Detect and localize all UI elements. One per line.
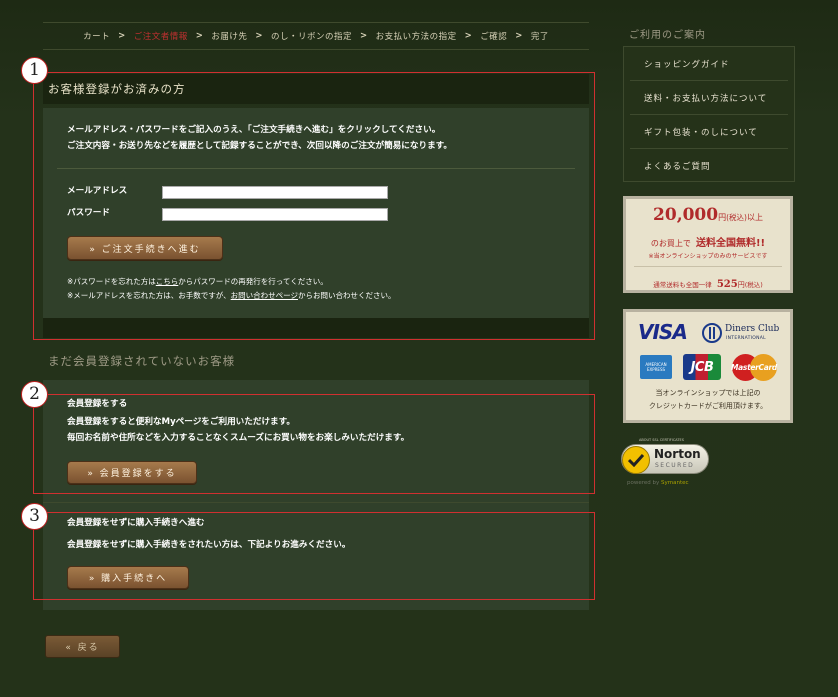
guest-divider bbox=[43, 502, 589, 503]
amex-logo: AMERICAN EXPRESS bbox=[640, 355, 672, 379]
diners-club-label: Diners Club bbox=[725, 324, 780, 334]
breadcrumb-separator: > bbox=[360, 31, 368, 41]
norton-brand: Norton bbox=[654, 447, 701, 461]
breadcrumb-separator: > bbox=[515, 31, 523, 41]
highlight-box-3 bbox=[33, 512, 595, 600]
sidebar-title: ご利用のご案内 bbox=[629, 30, 706, 41]
mastercard-label: MasterCard bbox=[731, 363, 777, 372]
sidebar-menu: ショッピングガイド 送料・お支払い方法について ギフト包装・のしについて よくあ… bbox=[623, 46, 795, 182]
credit-cards-panel: VISA Diners Club INTERNATIONAL AMERICAN … bbox=[623, 309, 793, 423]
shipping-divider bbox=[634, 266, 782, 267]
breadcrumb-separator: > bbox=[255, 31, 263, 41]
guest-section-title: まだ会員登録されていないお客様 bbox=[48, 354, 236, 368]
norton-powered-pre: powered by bbox=[627, 480, 660, 486]
shipping-tax: (税込) bbox=[726, 213, 747, 222]
breadcrumb-separator: > bbox=[118, 31, 126, 41]
cards-note-line2: クレジットカードがご利用頂けます。 bbox=[648, 402, 768, 410]
highlight-box-2 bbox=[33, 394, 595, 494]
shipping-threshold: 20,000円(税込)以上 bbox=[626, 205, 790, 225]
shipping-line2-emphasis: 送料全国無料!! bbox=[695, 238, 766, 249]
cards-note-line1: 当オンラインショップでは上記の bbox=[655, 389, 761, 397]
breadcrumb-separator: > bbox=[464, 31, 473, 41]
norton-secured: SECURED bbox=[655, 462, 695, 469]
breadcrumb-step-confirm: ご確認 bbox=[480, 32, 508, 42]
breadcrumb-step-cart: カート bbox=[83, 32, 111, 42]
visa-logo: VISA bbox=[638, 320, 688, 344]
shipping-amount: 20,000 bbox=[653, 205, 719, 225]
shipping-line4-pre: 通常送料も全国一律 bbox=[653, 281, 712, 289]
sidebar-item-shipping-payment[interactable]: 送料・お支払い方法について bbox=[630, 81, 788, 115]
mastercard-logo: MasterCard bbox=[730, 354, 778, 381]
step-badge-1: 1 bbox=[21, 57, 48, 84]
step-badge-3: 3 bbox=[21, 503, 48, 530]
sidebar-item-gift-wrapping[interactable]: ギフト包装・のしについて bbox=[630, 115, 788, 149]
jcb-logo: JCB bbox=[683, 354, 721, 380]
norton-top-text: ABOUT SSL CERTIFICATES bbox=[639, 438, 684, 442]
shipping-above: 以上 bbox=[746, 213, 763, 222]
sidebar-item-faq[interactable]: よくあるご質問 bbox=[630, 149, 788, 182]
diners-club-sublabel: INTERNATIONAL bbox=[726, 336, 766, 341]
shipping-line2-pre: のお買上で bbox=[650, 239, 691, 248]
norton-check-icon bbox=[622, 446, 650, 474]
breadcrumb-step-complete: 完了 bbox=[530, 32, 549, 42]
step-badge-2: 2 bbox=[21, 381, 48, 408]
breadcrumb-step-noshi: のし・リボンの指定 bbox=[270, 32, 352, 42]
shipping-line4-amount: 525 bbox=[716, 279, 738, 290]
shipping-note: ※当オンラインショップのみのサービスです bbox=[648, 253, 768, 260]
shipping-free-line: のお買上で 送料全国無料!! bbox=[626, 231, 790, 250]
norton-powered-by: Symantec bbox=[661, 480, 689, 486]
diners-club-icon bbox=[702, 323, 722, 343]
highlight-box-1 bbox=[33, 72, 595, 340]
breadcrumb-step-payment: お支払い方法の指定 bbox=[375, 32, 457, 42]
breadcrumb-step-orderer: ご注文者情報 bbox=[133, 32, 188, 42]
norton-secured-seal[interactable]: ABOUT SSL CERTIFICATES Norton SECURED po… bbox=[621, 438, 711, 490]
sidebar-item-shopping-guide[interactable]: ショッピングガイド bbox=[630, 47, 788, 81]
shipping-regular-line: 通常送料も全国一律 525円(税込) bbox=[626, 272, 790, 291]
norton-powered: powered by Symantec bbox=[627, 480, 689, 486]
back-button[interactable]: « 戻る bbox=[45, 635, 120, 658]
breadcrumb-step-delivery: お届け先 bbox=[211, 32, 248, 42]
shipping-line4-tax: (税込) bbox=[744, 281, 763, 289]
free-shipping-banner[interactable]: 20,000円(税込)以上 のお買上で 送料全国無料!! ※当オンラインショップ… bbox=[623, 196, 793, 293]
shipping-unit: 円 bbox=[718, 213, 727, 222]
breadcrumb: カート > ご注文者情報 > お届け先 > のし・リボンの指定 > お支払い方法… bbox=[43, 22, 589, 50]
breadcrumb-separator: > bbox=[195, 31, 204, 41]
shipping-line4-unit: 円 bbox=[737, 281, 745, 289]
